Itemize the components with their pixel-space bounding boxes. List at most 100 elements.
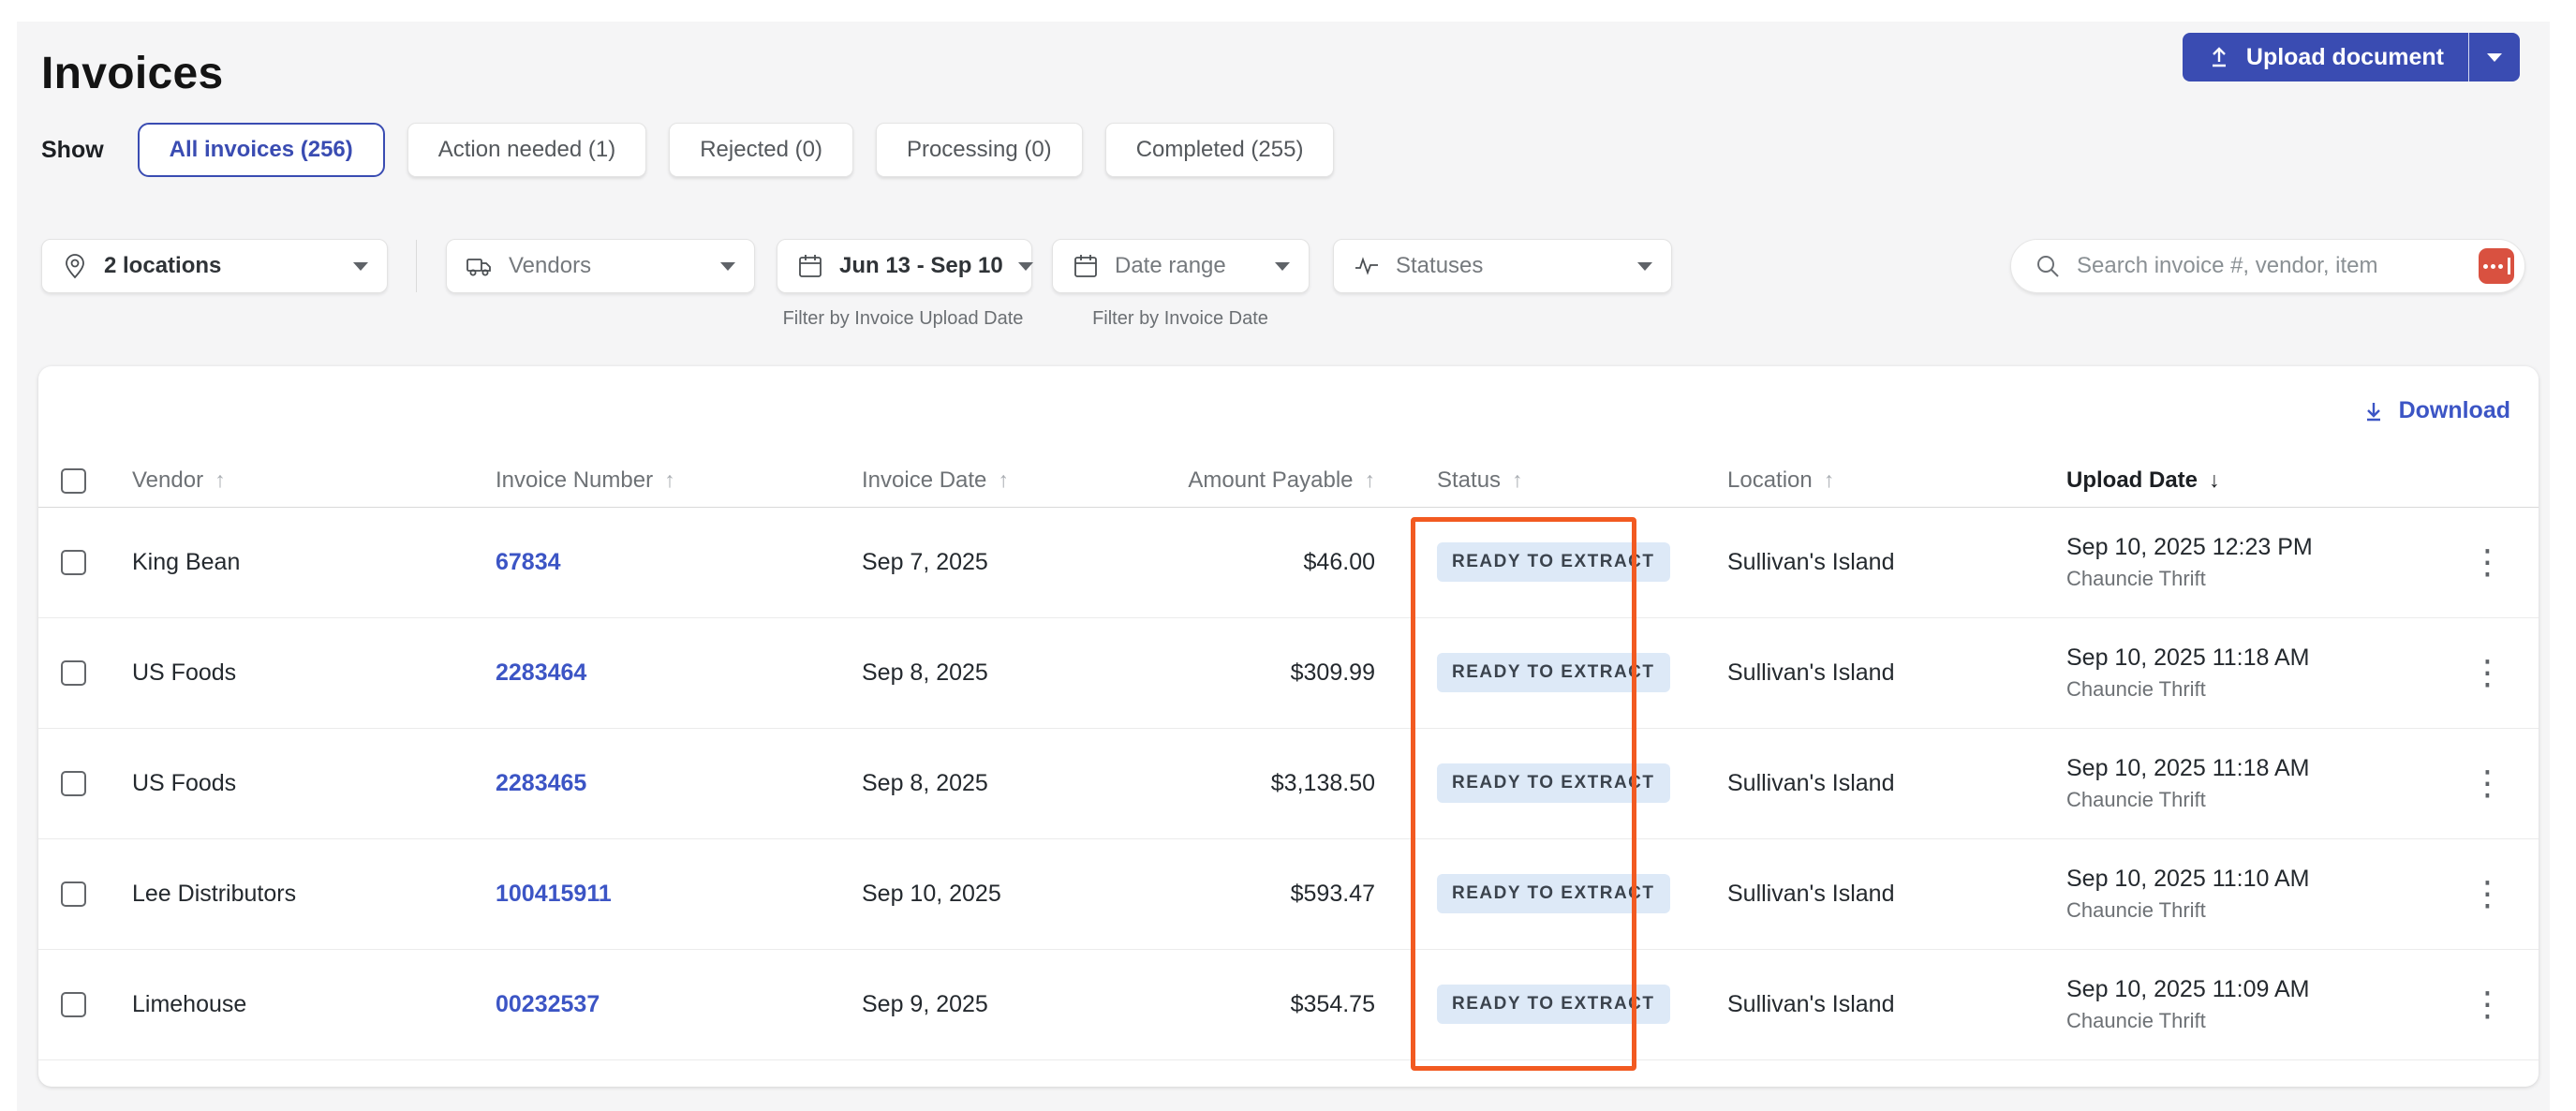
uploaded-by: Chauncie Thrift xyxy=(2066,677,2436,702)
upload-date-cell: Sep 10, 2025 11:09 AM Chauncie Thrift xyxy=(2024,949,2436,1059)
table-row[interactable]: US Foods 2283465 Sep 8, 2025 $3,138.50 R… xyxy=(38,728,2539,838)
row-actions-kebab-icon[interactable]: ⋮ xyxy=(2471,656,2505,689)
filter-row: 2 locations Vendors Jun 13 - Sep 10 Date… xyxy=(41,239,2525,370)
row-actions-kebab-icon[interactable]: ⋮ xyxy=(2471,987,2505,1021)
column-header-status[interactable]: Status↑ xyxy=(1377,455,1687,507)
tab-rejected-0[interactable]: Rejected (0) xyxy=(669,123,853,177)
invoice-number-link[interactable]: 2283464 xyxy=(496,659,586,686)
amount-payable-cell: $593.47 xyxy=(1144,838,1377,949)
location-cell: Sullivan's Island xyxy=(1687,617,2024,728)
upload-date-cell: Sep 10, 2025 11:18 AM Chauncie Thrift xyxy=(2024,617,2436,728)
invoice-date-cell: Sep 7, 2025 xyxy=(844,507,1144,617)
table-row[interactable]: Limehouse 00232537 Sep 9, 2025 $354.75 R… xyxy=(38,949,2539,1059)
upload-date-range-dropdown[interactable]: Jun 13 - Sep 10 xyxy=(777,239,1032,293)
show-filter-tabs: All invoices (256) Action needed (1) Rej… xyxy=(138,123,1335,177)
invoice-number-link[interactable]: 67834 xyxy=(496,549,561,575)
locations-filter-dropdown[interactable]: 2 locations xyxy=(41,239,388,293)
chevron-down-icon xyxy=(720,262,735,271)
table-toolbar: Download xyxy=(38,366,2539,455)
tab-completed-255[interactable]: Completed (255) xyxy=(1105,123,1335,177)
invoice-number-link[interactable]: 00232537 xyxy=(496,991,600,1017)
tab-processing-0[interactable]: Processing (0) xyxy=(876,123,1083,177)
download-icon xyxy=(2361,399,2386,423)
row-checkbox[interactable] xyxy=(61,660,86,686)
row-actions-kebab-icon[interactable]: ⋮ xyxy=(2471,545,2505,579)
upload-document-button[interactable]: Upload document xyxy=(2183,33,2469,81)
status-cell: READY TO EXTRACT xyxy=(1377,507,1687,617)
download-label: Download xyxy=(2399,397,2510,424)
invoice-number-link[interactable]: 100415911 xyxy=(496,881,612,907)
row-checkbox[interactable] xyxy=(61,550,86,575)
amount-payable-cell: $3,138.50 xyxy=(1144,728,1377,838)
location-cell: Sullivan's Island xyxy=(1687,507,2024,617)
amount-payable-cell: $46.00 xyxy=(1144,507,1377,617)
pulse-icon xyxy=(1353,252,1381,280)
invoice-date-cell: Sep 8, 2025 xyxy=(844,728,1144,838)
row-checkbox[interactable] xyxy=(61,771,86,796)
chevron-down-icon xyxy=(353,262,368,271)
column-header-upload-date[interactable]: Upload Date↓ xyxy=(2024,455,2436,507)
row-actions-kebab-icon[interactable]: ⋮ xyxy=(2471,877,2505,911)
amount-payable-cell: $309.99 xyxy=(1144,617,1377,728)
location-cell: Sullivan's Island xyxy=(1687,838,2024,949)
statuses-filter-placeholder: Statuses xyxy=(1396,253,1483,279)
column-header-location[interactable]: Location↑ xyxy=(1687,455,2024,507)
upload-document-label: Upload document xyxy=(2246,44,2444,71)
status-cell: READY TO EXTRACT xyxy=(1377,838,1687,949)
download-link[interactable]: Download xyxy=(2361,397,2510,424)
uploaded-by: Chauncie Thrift xyxy=(2066,1009,2436,1033)
invoice-date-cell: Sep 10, 2025 xyxy=(844,838,1144,949)
status-badge: READY TO EXTRACT xyxy=(1437,874,1670,913)
table-row[interactable]: Lee Distributors 100415911 Sep 10, 2025 … xyxy=(38,838,2539,949)
autofill-extension-icon[interactable] xyxy=(2479,248,2514,284)
amount-payable-cell: $354.75 xyxy=(1144,949,1377,1059)
search-input[interactable] xyxy=(2077,253,2464,279)
status-badge: READY TO EXTRACT xyxy=(1437,985,1670,1024)
table-row[interactable]: King Bean 67834 Sep 7, 2025 $46.00 READY… xyxy=(38,507,2539,617)
tab-all-invoices-256[interactable]: All invoices (256) xyxy=(138,123,385,177)
invoice-number-link[interactable]: 2283465 xyxy=(496,770,586,796)
invoice-date-cell: Sep 8, 2025 xyxy=(844,617,1144,728)
row-checkbox[interactable] xyxy=(61,992,86,1017)
select-all-checkbox[interactable] xyxy=(61,468,86,494)
tab-action-needed-1[interactable]: Action needed (1) xyxy=(407,123,646,177)
row-checkbox[interactable] xyxy=(61,881,86,907)
column-header-invoice-date[interactable]: Invoice Date↑ xyxy=(844,455,1144,507)
vendors-filter-dropdown[interactable]: Vendors xyxy=(446,239,755,293)
column-header-amount-payable[interactable]: Amount Payable↑ xyxy=(1144,455,1377,507)
sort-ascending-icon: ↑ xyxy=(664,467,675,492)
uploaded-by: Chauncie Thrift xyxy=(2066,567,2436,591)
filter-divider xyxy=(416,240,417,292)
truck-icon xyxy=(466,252,494,280)
chevron-down-icon xyxy=(1637,262,1652,271)
invoice-date-range-dropdown[interactable]: Date range xyxy=(1052,239,1310,293)
invoice-table-body: King Bean 67834 Sep 7, 2025 $46.00 READY… xyxy=(38,507,2539,1059)
upload-date-range-value: Jun 13 - Sep 10 xyxy=(839,253,1003,279)
calendar-icon xyxy=(796,252,824,280)
location-cell: Sullivan's Island xyxy=(1687,728,2024,838)
column-header-invoice-number[interactable]: Invoice Number↑ xyxy=(479,455,844,507)
statuses-filter-dropdown[interactable]: Statuses xyxy=(1333,239,1672,293)
chevron-down-icon xyxy=(2487,53,2502,62)
uploaded-by: Chauncie Thrift xyxy=(2066,898,2436,923)
vendor-cell: Lee Distributors xyxy=(118,838,479,949)
chevron-down-icon xyxy=(1275,262,1290,271)
sort-ascending-icon: ↑ xyxy=(1512,467,1523,492)
search-icon xyxy=(2034,252,2062,280)
sort-ascending-icon: ↑ xyxy=(1824,467,1835,492)
uploaded-by: Chauncie Thrift xyxy=(2066,788,2436,812)
sort-ascending-icon: ↑ xyxy=(215,467,226,492)
page-title: Invoices xyxy=(41,48,224,99)
status-cell: READY TO EXTRACT xyxy=(1377,728,1687,838)
table-row[interactable]: US Foods 2283464 Sep 8, 2025 $309.99 REA… xyxy=(38,617,2539,728)
show-filter-row: Show All invoices (256) Action needed (1… xyxy=(41,122,1334,178)
upload-document-split-button: Upload document xyxy=(2183,33,2520,81)
sort-ascending-icon: ↑ xyxy=(1365,467,1376,492)
column-header-vendor[interactable]: Vendor↑ xyxy=(118,455,479,507)
status-cell: READY TO EXTRACT xyxy=(1377,949,1687,1059)
sort-ascending-icon: ↑ xyxy=(998,467,1009,492)
row-actions-kebab-icon[interactable]: ⋮ xyxy=(2471,766,2505,800)
upload-options-button[interactable] xyxy=(2469,33,2520,81)
locations-filter-value: 2 locations xyxy=(104,253,221,279)
upload-icon xyxy=(2207,45,2231,69)
